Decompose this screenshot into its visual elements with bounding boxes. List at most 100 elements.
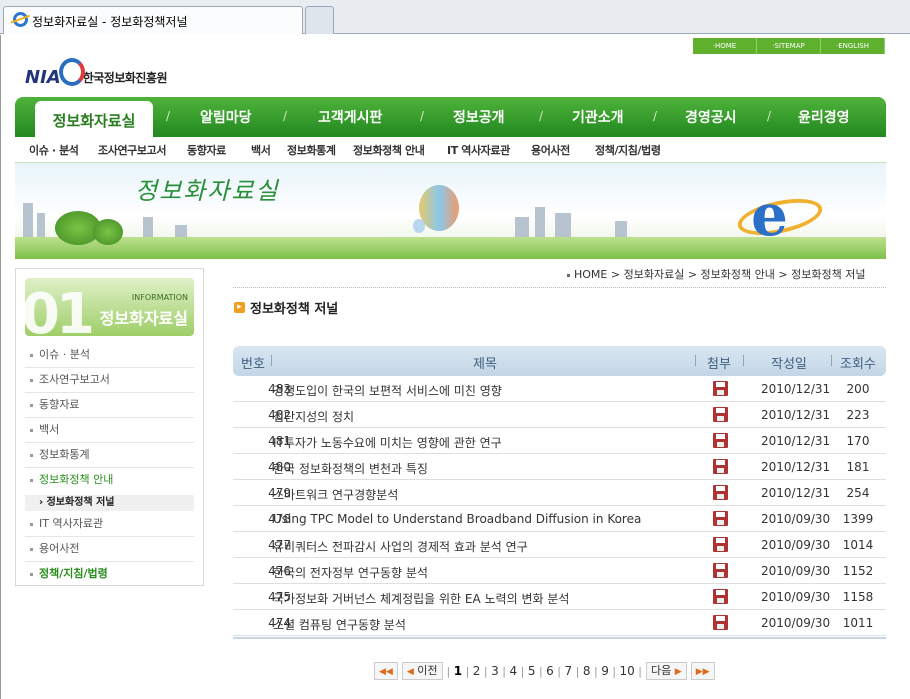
table-row[interactable]: 481 IT투자가 노동수요에 미치는 영향에 관한 연구 2010/12/31 17… (233, 428, 886, 454)
page-number-link[interactable]: 7 (565, 664, 573, 678)
gnb-item-notice[interactable]: 알림마당 (200, 107, 252, 127)
table-row[interactable]: 483 경쟁도입이 한국의 보편적 서비스에 미친 영향 2010/12/31 200 (233, 376, 886, 402)
logo-org-name: 한국정보화진흥원 (82, 70, 168, 85)
table-row[interactable]: 475 국가정보화 거버넌스 체계정립을 위한 EA 노력의 변화 분석 2010/… (233, 584, 886, 610)
save-disk-icon[interactable] (713, 511, 728, 526)
lnb-item[interactable]: 백서 (251, 142, 271, 158)
lnb-item[interactable]: 정보화정책 안내 (353, 142, 425, 158)
home-link[interactable]: ·HOME (693, 38, 757, 54)
page-separator: | (446, 665, 454, 678)
gnb-item-disclosure[interactable]: 정보공개 (453, 107, 505, 127)
sidebar-item[interactable]: 용어사전 (25, 537, 194, 562)
english-link[interactable]: ·ENGLISH (821, 38, 885, 54)
save-disk-icon[interactable] (713, 537, 728, 552)
sidebar-item[interactable]: 정책/지침/법령 (25, 562, 194, 587)
row-date: 2010/09/30 (761, 512, 831, 526)
banner-script-title: 정보화자료실 (135, 177, 280, 205)
table-row[interactable]: 480 한국 정보화정책의 변천과 특징 2010/12/31 181 (233, 454, 886, 480)
save-disk-icon[interactable] (713, 381, 728, 396)
prev-page-button[interactable]: ◀ 이전 (401, 662, 443, 680)
row-date: 2010/09/30 (761, 538, 831, 552)
row-title-link[interactable]: 유비쿼터스 전파감시 사업의 경제적 효과 분석 연구 (273, 538, 528, 555)
gnb-item-ethics[interactable]: 윤리경영 (798, 107, 850, 127)
page-separator: | (462, 665, 473, 678)
row-title-link[interactable]: 소셜 컴퓨팅 연구동향 분석 (273, 616, 406, 633)
row-title-link[interactable]: 한국 정보화정책의 변천과 특징 (273, 460, 428, 477)
sidebar-item-active[interactable]: 정보화정책 안내 (25, 468, 194, 493)
gnb-item-board[interactable]: 고객게시판 (318, 107, 382, 127)
header-views: 조회수 (840, 357, 876, 372)
page-number-link[interactable]: 10 (620, 664, 635, 678)
table-row[interactable]: 482 집단지성의 정치 2010/12/31 223 (233, 402, 886, 428)
row-date: 2010/12/31 (761, 486, 831, 500)
global-nav: 정보화자료실 / 알림마당 / 고객게시판 / 정보공개 / 기관소개 / 경영… (15, 97, 886, 137)
last-page-button[interactable]: ▶▶ (690, 662, 715, 680)
lnb-item[interactable]: 용어사전 (531, 142, 570, 158)
first-page-button[interactable]: ◀◀ (374, 662, 398, 680)
gnb-item-active[interactable]: 정보화자료실 (35, 101, 153, 137)
page-separator: | (572, 665, 583, 678)
row-title-link[interactable]: 국가정보화 거버넌스 체계정립을 위한 EA 노력의 변화 분석 (273, 590, 569, 607)
row-title-link[interactable]: 집단지성의 정치 (273, 408, 354, 425)
lnb-item[interactable]: 정보화통계 (287, 142, 336, 158)
save-disk-icon[interactable] (713, 407, 728, 422)
table-row[interactable]: 479 스마트워크 연구경향분석 2010/12/31 254 (233, 480, 886, 506)
header-divider (743, 355, 744, 366)
save-disk-icon[interactable] (713, 459, 728, 474)
save-disk-icon[interactable] (713, 485, 728, 500)
browser-tab-active[interactable]: 정보화자료실 - 정보화정책저널 (3, 6, 303, 34)
breadcrumb-home[interactable]: HOME (574, 268, 607, 281)
page-title: 정보화정책 저널 (250, 302, 339, 317)
page-numbers: | 1 | 2 | 3 | 4 | 5 | 6 | 7 | 8 | 9 | 10… (447, 664, 643, 678)
table-row[interactable]: 476 한국의 전자정부 연구동향 분석 2010/09/30 1152 (233, 558, 886, 584)
save-disk-icon[interactable] (713, 615, 728, 630)
sidebar-item[interactable]: 조사연구보고서 (25, 368, 194, 393)
table-row[interactable]: 474 소셜 컴퓨팅 연구동향 분석 2010/09/30 1011 (233, 610, 886, 636)
row-title-link[interactable]: 스마트워크 연구경향분석 (273, 486, 398, 503)
sidebar-subitem-active[interactable]: › 정보화정책 저널 (25, 495, 194, 511)
lnb-item[interactable]: 이슈 · 분석 (29, 142, 79, 158)
page-separator: | (517, 665, 528, 678)
page-number-link[interactable]: 1 (454, 664, 462, 678)
sidebar-item[interactable]: 동향자료 (25, 393, 194, 418)
table-row[interactable]: 478 Using TPC Model to Understand Broadba… (233, 506, 886, 532)
sidebar-item[interactable]: IT 역사자료관 (25, 512, 194, 537)
browser-new-tab[interactable] (305, 6, 334, 34)
gnb-item-about[interactable]: 기관소개 (572, 107, 624, 127)
page-number-link[interactable]: 3 (491, 664, 499, 678)
sidebar-title: 정보화자료실 (99, 309, 188, 328)
row-title-link[interactable]: Using TPC Model to Understand Broadband … (273, 512, 641, 526)
sidebar: 01 INFORMATION 정보화자료실 이슈 · 분석 조사연구보고서 동향… (15, 268, 204, 586)
page-number-link[interactable]: 9 (601, 664, 609, 678)
lnb-item[interactable]: 동향자료 (187, 142, 226, 158)
gnb-separator: / (767, 109, 772, 123)
breadcrumb-item[interactable]: 정보화자료실 (624, 268, 685, 281)
save-disk-icon[interactable] (713, 433, 728, 448)
sidebar-item[interactable]: 백서 (25, 418, 194, 443)
table-row[interactable]: 477 유비쿼터스 전파감시 사업의 경제적 효과 분석 연구 2010/09/30… (233, 532, 886, 558)
row-views: 254 (846, 486, 870, 500)
lnb-item[interactable]: 조사연구보고서 (98, 142, 166, 158)
sitemap-link[interactable]: ·SITEMAP (757, 38, 821, 54)
breadcrumb-item[interactable]: 정보화정책 안내 (701, 268, 775, 281)
sidebar-item[interactable]: 이슈 · 분석 (25, 343, 194, 368)
lnb-item[interactable]: IT 역사자료관 (447, 142, 510, 158)
page-number-link[interactable]: 6 (546, 664, 554, 678)
row-title-link[interactable]: 한국의 전자정부 연구동향 분석 (273, 564, 428, 581)
header-no: 번호 (241, 357, 265, 372)
gnb-item-management[interactable]: 경영공시 (685, 107, 737, 127)
row-title-link[interactable]: 경쟁도입이 한국의 보편적 서비스에 미친 영향 (273, 382, 502, 399)
board-table: 번호 제목 첨부 작성일 조회수 483 경쟁도입이 한국의 보편적 서비스에 미… (233, 346, 886, 641)
page-number-link[interactable]: 4 (509, 664, 517, 678)
sub-nav: 이슈 · 분석 조사연구보고서 동향자료 백서 정보화통계 정보화정책 안내 I… (15, 137, 886, 163)
site-logo[interactable]: NIA 한국정보화진흥원 (25, 58, 168, 90)
lnb-item[interactable]: 정책/지침/법령 (595, 142, 661, 158)
row-title-link[interactable]: IT투자가 노동수요에 미치는 영향에 관한 연구 (273, 434, 502, 451)
header-divider (831, 355, 832, 366)
page: ·HOME ·SITEMAP ·ENGLISH NIA 한국정보화진흥원 정보화… (0, 35, 910, 699)
sidebar-item[interactable]: 정보화통계 (25, 443, 194, 468)
header-date: 작성일 (771, 357, 807, 372)
next-page-button[interactable]: 다음 ▶ (646, 662, 687, 680)
save-disk-icon[interactable] (713, 589, 728, 604)
save-disk-icon[interactable] (713, 563, 728, 578)
